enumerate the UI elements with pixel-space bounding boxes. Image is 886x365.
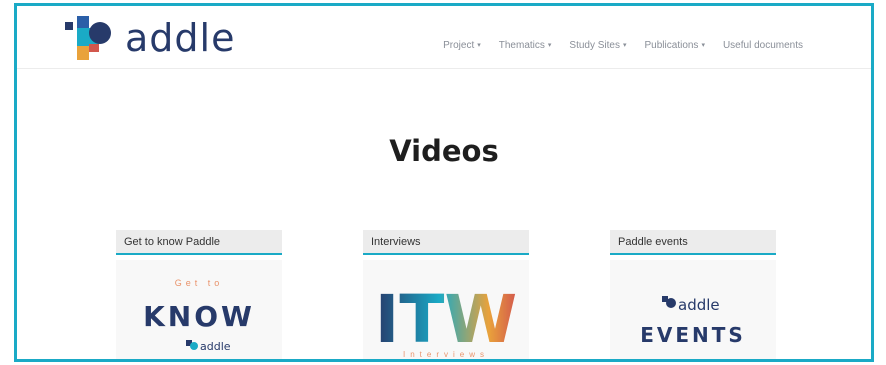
svg-text:addle: addle — [678, 296, 720, 314]
main-nav: Project ▾ Thematics ▾ Study Sites ▾ Publica… — [443, 40, 803, 51]
svg-text:Get to: Get to — [175, 278, 224, 288]
page-frame: addle Project ▾ Thematics ▾ Study Sites ▾ P… — [14, 3, 874, 362]
video-card-paddle-events[interactable]: Paddle events addle EVENTS — [610, 230, 776, 359]
svg-text:addle: addle — [200, 340, 231, 353]
card-header[interactable]: Interviews — [363, 230, 529, 255]
nav-item-thematics[interactable]: Thematics ▾ — [499, 40, 552, 51]
caret-down-icon: ▾ — [477, 42, 481, 49]
video-thumbnail[interactable]: addle EVENTS — [610, 260, 776, 359]
video-card-interviews[interactable]: Interviews ITW Interviews — [363, 230, 529, 359]
caret-down-icon: ▾ — [623, 42, 627, 49]
svg-text:Interviews: Interviews — [403, 350, 489, 359]
svg-text:KNOW: KNOW — [143, 300, 255, 333]
page-title: Videos — [389, 134, 499, 168]
paddle-logo[interactable]: addle — [65, 16, 245, 62]
video-card-get-to-know[interactable]: Get to know Paddle Get to KNOW addle — [116, 230, 282, 359]
card-header[interactable]: Paddle events — [610, 230, 776, 255]
nav-item-project[interactable]: Project ▾ — [443, 40, 481, 51]
get-to-know-thumbnail-image: Get to KNOW addle — [143, 278, 255, 353]
nav-item-useful-documents[interactable]: Useful documents — [723, 40, 803, 51]
caret-down-icon: ▾ — [701, 42, 705, 49]
logo-text: addle — [125, 16, 236, 60]
video-thumbnail[interactable]: Get to KNOW addle — [116, 260, 282, 359]
paddle-logo-mark-icon — [65, 16, 111, 60]
navbar: addle Project ▾ Thematics ▾ Study Sites ▾ P… — [17, 6, 871, 69]
svg-text:EVENTS: EVENTS — [640, 323, 746, 347]
paddle-events-thumbnail-image: addle EVENTS — [640, 296, 746, 347]
nav-item-publications[interactable]: Publications ▾ — [645, 40, 705, 51]
card-header[interactable]: Get to know Paddle — [116, 230, 282, 255]
nav-item-study-sites[interactable]: Study Sites ▾ — [569, 40, 626, 51]
video-thumbnail[interactable]: ITW Interviews — [363, 260, 529, 359]
interviews-thumbnail-image: ITW Interviews — [375, 281, 517, 359]
caret-down-icon: ▾ — [547, 42, 552, 49]
svg-text:ITW: ITW — [375, 281, 517, 358]
